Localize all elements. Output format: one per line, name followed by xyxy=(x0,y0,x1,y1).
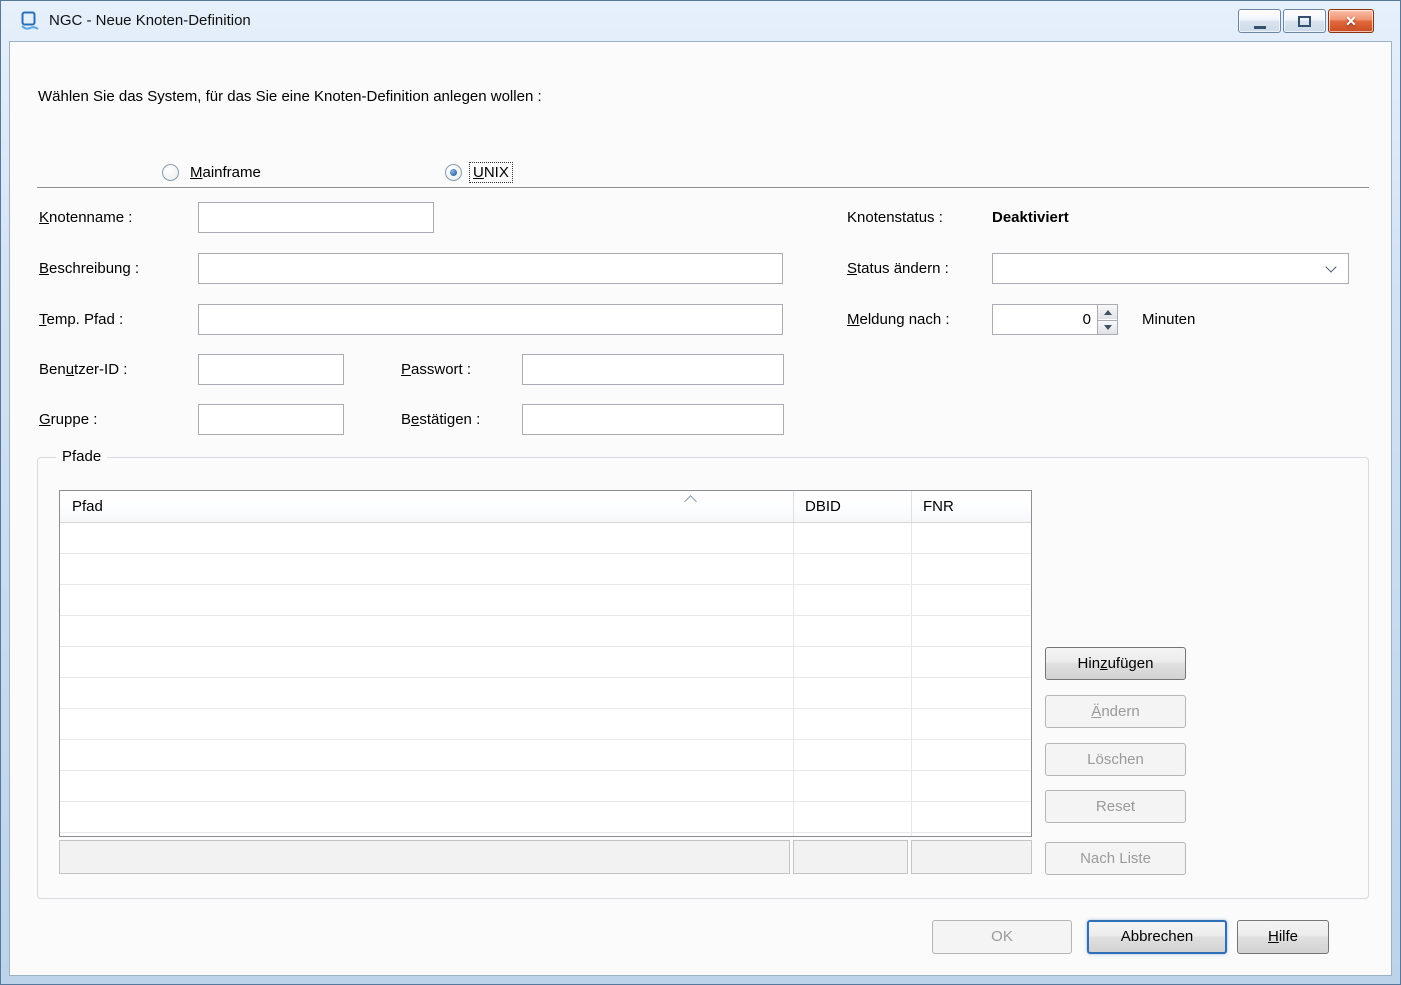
spinner-buttons xyxy=(1097,305,1117,334)
spin-up-icon xyxy=(1104,310,1112,315)
spin-down-button[interactable] xyxy=(1098,320,1117,334)
table-row[interactable] xyxy=(60,740,1031,771)
minuten-label: Minuten xyxy=(1142,304,1195,335)
table-footer-cell-dbid xyxy=(793,840,908,874)
pfade-group-label: Pfade xyxy=(56,448,107,465)
minimize-button[interactable] xyxy=(1238,9,1281,33)
maximize-icon xyxy=(1298,16,1311,27)
column-gridline xyxy=(793,523,794,836)
table-row[interactable] xyxy=(60,709,1031,740)
knotenstatus-label: Knotenstatus : xyxy=(847,202,943,233)
separator-line xyxy=(37,187,1369,189)
passwort-input[interactable] xyxy=(522,354,784,385)
table-row[interactable] xyxy=(60,523,1031,554)
radio-mainframe-circle xyxy=(162,164,179,181)
gruppe-input[interactable] xyxy=(198,404,344,435)
close-button[interactable]: ✕ xyxy=(1328,9,1374,33)
column-header-fnr[interactable]: FNR xyxy=(911,491,954,523)
window-controls: ✕ xyxy=(1238,9,1374,33)
meldung-nach-input[interactable] xyxy=(993,305,1096,334)
column-header-dbid[interactable]: DBID xyxy=(793,491,841,523)
aendern-button[interactable]: Ändern xyxy=(1045,695,1186,728)
app-icon xyxy=(19,10,41,32)
status-aendern-combobox[interactable] xyxy=(992,253,1349,284)
abbrechen-button[interactable]: Abbrechen xyxy=(1087,920,1227,954)
maximize-button[interactable] xyxy=(1283,9,1326,33)
column-header-pfad[interactable]: Pfad xyxy=(60,491,103,523)
sort-ascending-icon xyxy=(684,495,697,508)
minimize-icon xyxy=(1254,26,1266,29)
pfade-table-header: Pfad DBID FNR xyxy=(60,491,1031,523)
hinzufuegen-button[interactable]: Hinzufügen xyxy=(1045,647,1186,680)
knotenname-label: Knotenname : xyxy=(39,202,132,233)
dialog-window: NGC - Neue Knoten-Definition ✕ Wählen Si… xyxy=(0,0,1401,985)
temp-pfad-label: Temp. Pfad : xyxy=(39,304,123,335)
nach-liste-button[interactable]: Nach Liste xyxy=(1045,842,1186,875)
header-separator xyxy=(793,491,794,522)
table-row[interactable] xyxy=(60,771,1031,802)
meldung-nach-spinner xyxy=(992,304,1118,335)
beschreibung-label: Beschreibung : xyxy=(39,253,139,284)
pfade-table-rows xyxy=(60,523,1031,836)
bestaetigen-label: Bestätigen : xyxy=(401,404,480,435)
radio-mainframe-label: Mainframe xyxy=(187,163,264,182)
knotenstatus-value: Deaktiviert xyxy=(992,202,1069,233)
pfade-table: Pfad DBID FNR xyxy=(59,490,1032,837)
benutzer-id-input[interactable] xyxy=(198,354,344,385)
reset-button[interactable]: Reset xyxy=(1045,790,1186,823)
status-aendern-value xyxy=(999,254,1320,283)
close-icon: ✕ xyxy=(1345,14,1357,28)
table-row[interactable] xyxy=(60,647,1031,678)
header-separator xyxy=(911,491,912,522)
radio-unix-label: UNIX xyxy=(470,163,512,182)
table-row[interactable] xyxy=(60,616,1031,647)
dialog-client-area: Wählen Sie das System, für das Sie eine … xyxy=(9,41,1392,976)
hilfe-button[interactable]: Hilfe xyxy=(1237,920,1329,954)
status-aendern-label: Status ändern : xyxy=(847,253,949,284)
bestaetigen-input[interactable] xyxy=(522,404,784,435)
table-row[interactable] xyxy=(60,802,1031,833)
spin-down-icon xyxy=(1104,325,1112,330)
meldung-nach-label: Meldung nach : xyxy=(847,304,950,335)
passwort-label: Passwort : xyxy=(401,354,471,385)
table-footer-cell-pfad xyxy=(59,840,790,874)
table-row[interactable] xyxy=(60,554,1031,585)
table-row[interactable] xyxy=(60,585,1031,616)
radio-unix-circle xyxy=(445,164,462,181)
radio-mainframe[interactable]: Mainframe xyxy=(162,162,264,183)
radio-unix[interactable]: UNIX xyxy=(445,162,512,183)
beschreibung-input[interactable] xyxy=(198,253,783,284)
spin-up-button[interactable] xyxy=(1098,305,1117,319)
chevron-down-icon xyxy=(1325,261,1336,272)
loeschen-button[interactable]: Löschen xyxy=(1045,743,1186,776)
titlebar[interactable]: NGC - Neue Knoten-Definition ✕ xyxy=(1,1,1400,41)
benutzer-id-label: Benutzer-ID : xyxy=(39,354,127,385)
table-footer-cell-fnr xyxy=(911,840,1032,874)
pfade-groupbox: Pfade Pfad DBID FNR Hinzufügen Ändern xyxy=(37,457,1369,899)
knotenname-input[interactable] xyxy=(198,202,434,233)
column-gridline xyxy=(911,523,912,836)
window-title: NGC - Neue Knoten-Definition xyxy=(49,12,251,29)
temp-pfad-input[interactable] xyxy=(198,304,783,335)
ok-button[interactable]: OK xyxy=(932,920,1072,954)
table-row[interactable] xyxy=(60,678,1031,709)
gruppe-label: Gruppe : xyxy=(39,404,97,435)
instruction-text: Wählen Sie das System, für das Sie eine … xyxy=(38,88,542,105)
